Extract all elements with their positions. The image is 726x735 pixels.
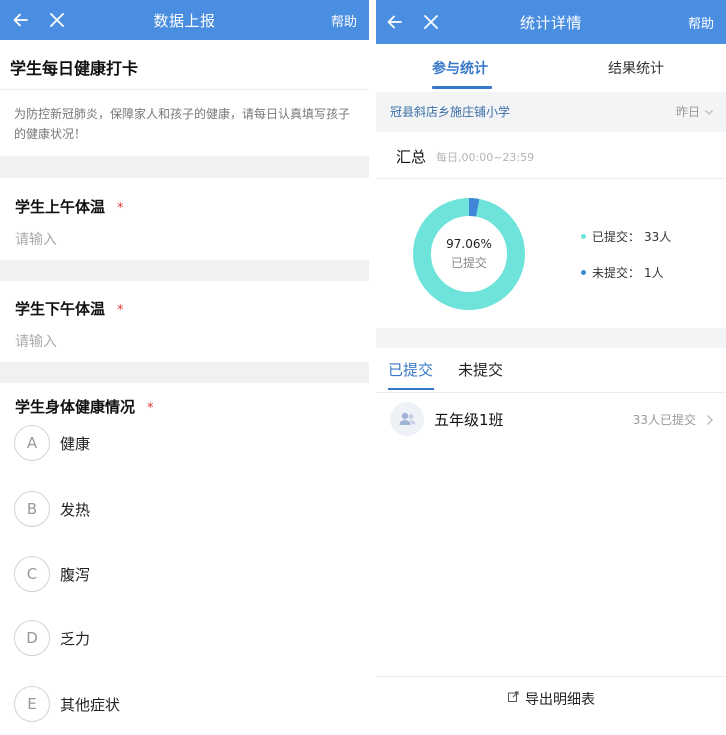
- class-avatar-icon: [390, 402, 424, 436]
- stats-tabs: 参与统计 结果统计: [376, 44, 726, 90]
- legend-value: 33人: [644, 230, 672, 244]
- chevron-right-icon: [706, 411, 714, 430]
- date-selector[interactable]: 昨日: [676, 103, 714, 120]
- tab-results[interactable]: 结果统计: [608, 58, 664, 78]
- legend-value: 1人: [644, 266, 664, 280]
- section-separator: [376, 328, 726, 348]
- legend-pending: 未提交： 1人: [581, 264, 664, 281]
- section-separator: [0, 260, 369, 281]
- donut-label: 已提交: [451, 255, 487, 270]
- submission-donut-chart: 97.06% 已提交: [413, 198, 525, 310]
- option-d[interactable]: D 乏力: [14, 619, 90, 657]
- option-b[interactable]: B 发热: [14, 490, 90, 528]
- legend-submitted: 已提交： 33人: [581, 228, 671, 245]
- required-mark: *: [117, 201, 124, 216]
- form-title: 学生每日健康打卡: [10, 59, 139, 78]
- required-mark: *: [147, 401, 154, 416]
- option-text: 腹泻: [60, 565, 91, 584]
- option-a[interactable]: A 健康: [14, 424, 90, 462]
- school-filter-bar: 冠县斜店乡施庄铺小学 昨日: [376, 92, 726, 132]
- question-label: 学生上午体温 *: [15, 196, 124, 217]
- top-bar: 数据上报 帮助: [0, 0, 369, 40]
- required-mark: *: [117, 303, 124, 318]
- submission-tabs: 已提交 未提交: [376, 348, 726, 392]
- option-letter: D: [14, 620, 50, 656]
- close-icon[interactable]: [416, 0, 446, 44]
- stats-panel: 统计详情 帮助 参与统计 结果统计 冠县斜店乡施庄铺小学 昨日 汇总 每日,00…: [376, 0, 726, 735]
- section-separator: [0, 362, 369, 383]
- tab-submitted[interactable]: 已提交: [388, 359, 433, 380]
- tab-participation[interactable]: 参与统计: [432, 58, 488, 78]
- morning-temperature-input[interactable]: 请输入: [15, 229, 57, 249]
- divider: [0, 89, 369, 90]
- tab-not-submitted[interactable]: 未提交: [458, 359, 503, 380]
- summary-time: 每日,00:00~23:59: [436, 151, 535, 164]
- option-letter: B: [14, 491, 50, 527]
- question-text: 学生身体健康情况: [15, 398, 136, 416]
- chevron-down-icon: [704, 107, 714, 117]
- school-name[interactable]: 冠县斜店乡施庄铺小学: [390, 103, 510, 120]
- afternoon-temperature-input[interactable]: 请输入: [15, 331, 57, 351]
- help-button[interactable]: 帮助: [331, 0, 357, 40]
- legend-dot: [581, 234, 586, 239]
- class-name: 五年级1班: [434, 411, 504, 429]
- legend-label: 已提交：: [592, 230, 641, 244]
- section-separator: [0, 156, 369, 178]
- option-c[interactable]: C 腹泻: [14, 555, 90, 593]
- option-letter: C: [14, 556, 50, 592]
- legend-dot: [581, 270, 586, 275]
- arrow-left-icon[interactable]: [6, 0, 36, 40]
- close-icon[interactable]: [42, 0, 72, 40]
- option-letter: E: [14, 686, 50, 722]
- option-text: 其他症状: [60, 695, 121, 714]
- gutter: [369, 0, 376, 735]
- help-button[interactable]: 帮助: [688, 0, 714, 44]
- class-submit-count: 33人已提交: [632, 413, 696, 427]
- arrow-left-icon[interactable]: [380, 0, 410, 44]
- top-bar: 统计详情 帮助: [376, 0, 726, 44]
- option-letter: A: [14, 425, 50, 461]
- option-text: 发热: [60, 500, 91, 519]
- option-e[interactable]: E 其他症状: [14, 685, 120, 723]
- active-tab-indicator: [432, 86, 492, 89]
- option-text: 乏力: [60, 629, 91, 648]
- export-icon: [507, 691, 519, 703]
- legend-label: 未提交：: [592, 266, 641, 280]
- report-panel: 数据上报 帮助 学生每日健康打卡 为防控新冠肺炎，保障家人和孩子的健康，请每日认…: [0, 0, 369, 735]
- class-row[interactable]: 五年级1班 33人已提交: [376, 394, 726, 444]
- active-tab-indicator: [388, 388, 434, 390]
- question-text: 学生下午体温: [15, 300, 106, 318]
- question-text: 学生上午体温: [15, 198, 106, 216]
- summary-title: 汇总: [396, 148, 427, 166]
- divider: [376, 392, 726, 393]
- export-button[interactable]: 导出明细表: [376, 676, 726, 735]
- donut-percent: 97.06%: [446, 237, 492, 251]
- date-label: 昨日: [675, 105, 700, 119]
- donut-submitted-ring: [413, 198, 525, 310]
- option-text: 健康: [60, 434, 91, 453]
- question-label: 学生身体健康情况 *: [15, 396, 154, 417]
- export-label: 导出明细表: [525, 692, 595, 708]
- form-description: 为防控新冠肺炎，保障家人和孩子的健康，请每日认真填写孩子的健康状况！: [14, 107, 351, 141]
- question-label: 学生下午体温 *: [15, 298, 124, 319]
- divider: [376, 178, 726, 179]
